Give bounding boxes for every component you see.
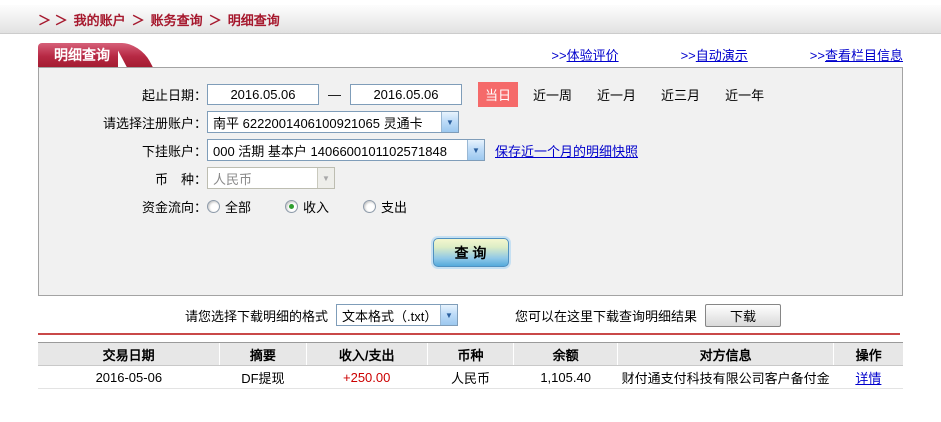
last-month-filter[interactable]: 近一月: [597, 85, 636, 104]
fund-flow-label: 资金流向：: [39, 197, 207, 216]
breadcrumb-separator: ＞: [132, 10, 145, 29]
flow-option-income[interactable]: 收入: [285, 197, 329, 216]
cell-amount: +250.00: [306, 366, 427, 389]
breadcrumb-prefix: ＞ ＞: [38, 10, 68, 29]
table-header-row: 交易日期 摘要 收入/支出 币种 余额 对方信息 操作: [38, 343, 903, 366]
double-arrow-icon: >>: [681, 48, 696, 63]
cell-trade-date: 2016-05-06: [38, 366, 220, 389]
cell-currency: 人民币: [427, 366, 514, 389]
download-button[interactable]: 下载: [705, 304, 781, 327]
breadcrumb-item-my-account[interactable]: 我的账户: [74, 10, 126, 29]
top-link-experience-rating: >>体验评价: [551, 45, 618, 64]
flow-option-income-label: 收入: [303, 197, 329, 216]
radio-button-icon[interactable]: [207, 200, 220, 213]
top-link-column-info: >>查看栏目信息: [810, 45, 903, 64]
currency-value: 人民币: [208, 169, 317, 188]
last-year-filter[interactable]: 近一年: [725, 85, 764, 104]
top-link-auto-demo: >>自动演示: [681, 45, 748, 64]
breadcrumb-item-detail-query: 明细查询: [228, 10, 280, 29]
breadcrumb-separator: ＞: [209, 10, 222, 29]
chevron-down-icon[interactable]: ▼: [467, 140, 484, 160]
transaction-table: 交易日期 摘要 收入/支出 币种 余额 对方信息 操作 2016-05-06 D…: [38, 342, 903, 389]
experience-rating-link[interactable]: 体验评价: [567, 48, 619, 63]
cell-balance: 1,105.40: [514, 366, 618, 389]
query-button-row: 查 询: [39, 238, 902, 267]
start-date-input[interactable]: [207, 84, 319, 105]
header-action: 操作: [834, 343, 903, 366]
header-summary: 摘要: [220, 343, 307, 366]
download-format-select[interactable]: 文本格式（.txt） ▼: [336, 304, 458, 326]
sub-account-label: 下挂账户：: [39, 141, 207, 160]
tab-row: 明细查询 >>体验评价 >>自动演示 >>查看栏目信息: [38, 43, 903, 67]
last-3-months-filter[interactable]: 近三月: [661, 85, 700, 104]
chevron-down-icon: ▼: [317, 168, 334, 188]
flow-option-all[interactable]: 全部: [207, 197, 251, 216]
last-week-filter[interactable]: 近一周: [533, 85, 572, 104]
radio-button-checked-icon[interactable]: [285, 200, 298, 213]
query-form-panel: 起止日期： — 当日 近一周 近一月 近三月 近一年 请选择注册账户： 南平 6…: [38, 67, 903, 296]
red-divider: [38, 333, 900, 335]
currency-label: 币 种：: [39, 169, 207, 188]
date-range-dash: —: [328, 87, 341, 102]
end-date-input[interactable]: [350, 84, 462, 105]
flow-option-expense[interactable]: 支出: [363, 197, 407, 216]
header-counterparty: 对方信息: [618, 343, 834, 366]
top-band: ＞ ＞ 我的账户 ＞ 账务查询 ＞ 明细查询: [0, 5, 941, 34]
header-currency: 币种: [427, 343, 514, 366]
date-range-label: 起止日期：: [39, 85, 207, 104]
header-trade-date: 交易日期: [38, 343, 220, 366]
date-range-row: 起止日期： — 当日 近一周 近一月 近三月 近一年: [39, 83, 902, 105]
download-result-label: 您可以在这里下载查询明细结果: [515, 306, 697, 325]
table-row: 2016-05-06 DF提现 +250.00 人民币 1,105.40 财付通…: [38, 366, 903, 389]
download-format-label: 请您选择下载明细的格式: [185, 306, 328, 325]
currency-row: 币 种： 人民币 ▼: [39, 167, 902, 189]
cell-summary: DF提现: [220, 366, 307, 389]
breadcrumb: ＞ ＞ 我的账户 ＞ 账务查询 ＞ 明细查询: [38, 10, 280, 29]
today-quick-filter[interactable]: 当日: [478, 82, 518, 107]
register-account-value: 南平 6222001406100921065 灵通卡: [208, 113, 441, 132]
sub-account-row: 下挂账户： 000 活期 基本户 1406600101102571848 ▼ 保…: [39, 139, 902, 161]
quick-period-filters: 近一周 近一月 近三月 近一年: [533, 85, 764, 104]
download-row: 请您选择下载明细的格式 文本格式（.txt） ▼ 您可以在这里下载查询明细结果 …: [38, 303, 903, 327]
sub-account-select[interactable]: 000 活期 基本户 1406600101102571848 ▼: [207, 139, 485, 161]
currency-select: 人民币 ▼: [207, 167, 335, 189]
auto-demo-link[interactable]: 自动演示: [696, 48, 748, 63]
chevron-down-icon[interactable]: ▼: [441, 112, 458, 132]
query-button[interactable]: 查 询: [433, 238, 509, 267]
flow-option-all-label: 全部: [225, 197, 251, 216]
tab-label: 明细查询: [54, 47, 110, 63]
header-income-expense: 收入/支出: [306, 343, 427, 366]
tab-detail-query[interactable]: 明细查询: [38, 43, 118, 67]
breadcrumb-item-account-query[interactable]: 账务查询: [151, 10, 203, 29]
double-arrow-icon: >>: [551, 48, 566, 63]
register-account-select[interactable]: 南平 6222001406100921065 灵通卡 ▼: [207, 111, 459, 133]
flow-option-expense-label: 支出: [381, 197, 407, 216]
download-format-value: 文本格式（.txt）: [337, 306, 440, 325]
detail-link[interactable]: 详情: [855, 371, 881, 386]
fund-flow-row: 资金流向： 全部 收入 支出: [39, 195, 902, 217]
view-column-info-link[interactable]: 查看栏目信息: [825, 48, 903, 63]
chevron-down-icon[interactable]: ▼: [440, 305, 457, 325]
save-snapshot-link[interactable]: 保存近一个月的明细快照: [495, 141, 638, 160]
register-account-row: 请选择注册账户： 南平 6222001406100921065 灵通卡 ▼: [39, 111, 902, 133]
top-links: >>体验评价 >>自动演示 >>查看栏目信息: [551, 45, 903, 64]
cell-counterparty: 财付通支付科技有限公司客户备付金: [618, 366, 834, 389]
double-arrow-icon: >>: [810, 48, 825, 63]
header-balance: 余额: [514, 343, 618, 366]
register-account-label: 请选择注册账户：: [39, 113, 207, 132]
sub-account-value: 000 活期 基本户 1406600101102571848: [208, 141, 467, 160]
radio-button-icon[interactable]: [363, 200, 376, 213]
